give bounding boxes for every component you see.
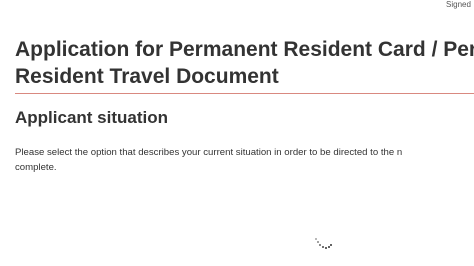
instructions-text: Please select the option that describes … bbox=[15, 145, 474, 175]
loading-spinner-icon bbox=[315, 237, 333, 251]
signed-in-label[interactable]: Signed bbox=[446, 0, 471, 9]
application-page: Signed Application for Permanent Residen… bbox=[0, 0, 474, 266]
instructions-line-1: Please select the option that describes … bbox=[15, 147, 403, 158]
page-title-line-2: Resident Travel Document bbox=[15, 65, 279, 88]
title-divider bbox=[15, 93, 474, 94]
section-heading: Applicant situation bbox=[15, 108, 168, 127]
page-title: Application for Permanent Resident Card … bbox=[15, 36, 474, 90]
instructions-line-2: complete. bbox=[15, 162, 57, 173]
page-title-line-1: Application for Permanent Resident Card … bbox=[15, 38, 474, 61]
